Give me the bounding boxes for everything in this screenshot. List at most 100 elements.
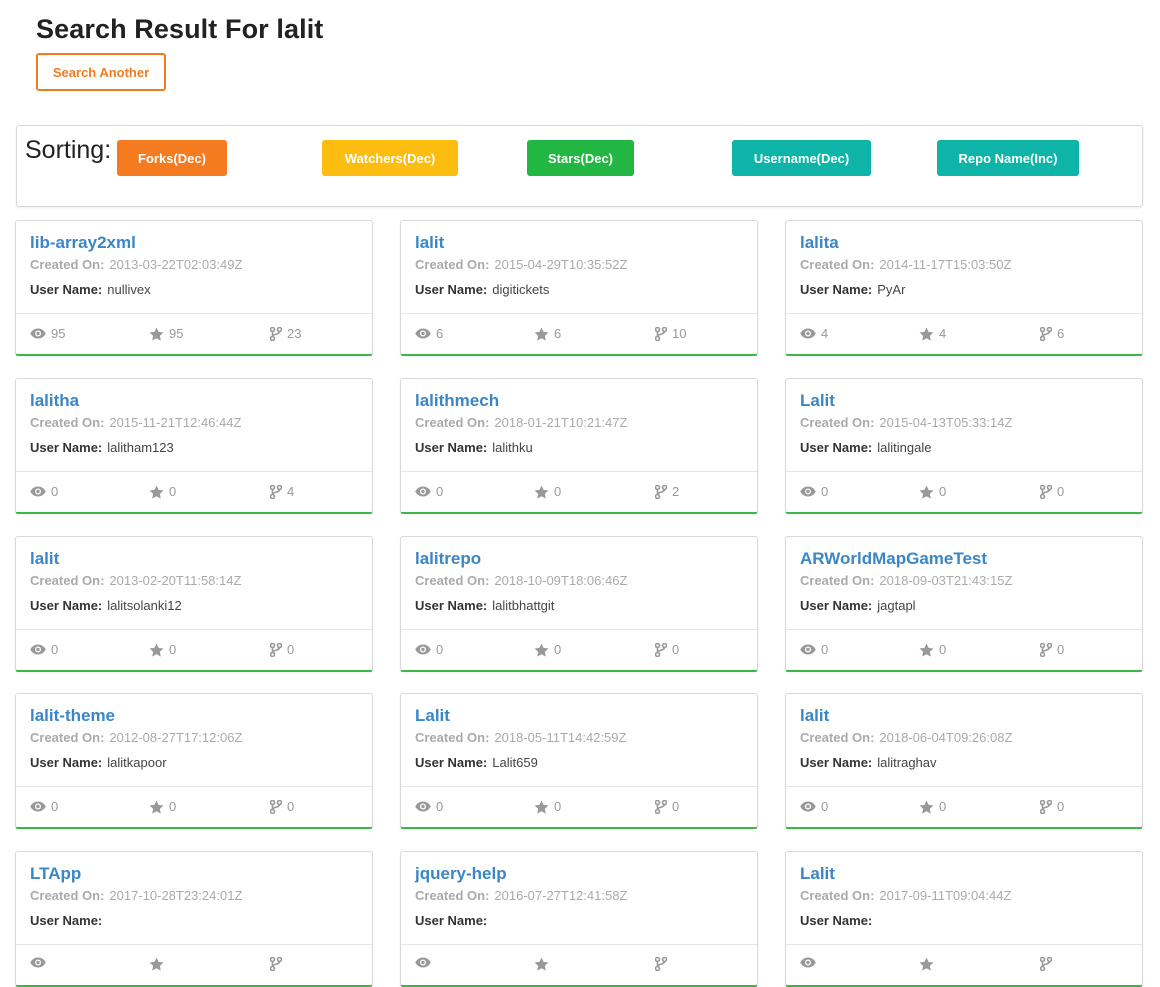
stars-stat: 0	[919, 484, 946, 499]
watchers-count: 0	[51, 642, 59, 657]
created-on-label: Created On:	[30, 257, 105, 272]
sort-reponame-button[interactable]: Repo Name(Inc)	[937, 140, 1079, 176]
watchers-stat: 0	[415, 484, 443, 499]
star-icon	[534, 642, 549, 657]
user-name-row: User Name:	[800, 913, 1128, 928]
repo-card: lalit Created On: 2015-04-29T10:35:52Z User…	[400, 220, 758, 356]
repo-name-link[interactable]: Lalit	[800, 864, 1128, 884]
fork-icon	[1040, 957, 1052, 971]
forks-count: 0	[672, 642, 680, 657]
created-on-row: Created On: 2013-02-20T11:58:14Z	[30, 572, 358, 590]
created-on-value: 2013-02-20T11:58:14Z	[109, 573, 242, 588]
user-name-label: User Name:	[30, 913, 103, 928]
stars-stat	[534, 957, 554, 971]
repo-name-link[interactable]: lalit	[30, 549, 358, 569]
forks-stat: 0	[1040, 799, 1064, 814]
created-on-row: Created On: 2013-03-22T02:03:49Z	[30, 256, 358, 274]
repo-name-link[interactable]: lib-array2xml	[30, 233, 358, 253]
created-on-value: 2017-10-28T23:24:01Z	[109, 888, 243, 903]
watchers-count: 6	[436, 326, 444, 341]
watchers-count: 0	[51, 484, 59, 499]
repo-name-link[interactable]: lalit	[415, 233, 743, 253]
watchers-stat: 0	[415, 642, 443, 657]
forks-stat: 0	[270, 799, 294, 814]
repo-card-body: lalit-theme Created On: 2012-08-27T17:12:0…	[16, 694, 372, 786]
repo-name-link[interactable]: ARWorldMapGameTest	[800, 549, 1128, 569]
created-on-label: Created On:	[415, 257, 490, 272]
eye-icon	[30, 328, 46, 339]
repo-name-link[interactable]: lalitha	[30, 391, 358, 411]
user-name-row: User Name: PyAr	[800, 282, 1128, 297]
sort-watchers-button[interactable]: Watchers(Dec)	[322, 140, 458, 176]
user-name-label: User Name:	[800, 282, 873, 297]
forks-count: 0	[1057, 799, 1065, 814]
repo-stats: 0 0 0	[786, 471, 1142, 512]
sort-username-button[interactable]: Username(Dec)	[732, 140, 871, 176]
repo-name-link[interactable]: lalita	[800, 233, 1128, 253]
sort-stars-button[interactable]: Stars(Dec)	[527, 140, 634, 176]
stars-stat: 95	[149, 326, 183, 341]
created-on-value: 2016-07-27T12:41:58Z	[494, 888, 628, 903]
eye-icon	[30, 957, 46, 968]
created-on-label: Created On:	[415, 730, 490, 745]
eye-icon	[30, 486, 46, 497]
forks-stat: 4	[270, 484, 294, 499]
repo-name-link[interactable]: Lalit	[415, 706, 743, 726]
repo-stats: 0 0 0	[401, 786, 757, 827]
fork-icon	[655, 642, 667, 657]
stars-stat: 0	[149, 799, 176, 814]
watchers-count: 0	[821, 484, 829, 499]
search-another-button[interactable]: Search Another	[36, 53, 166, 91]
watchers-stat: 0	[30, 799, 58, 814]
watchers-stat: 0	[30, 484, 58, 499]
user-name-value: lalitbhattgit	[492, 598, 555, 613]
watchers-stat	[800, 957, 821, 968]
repo-name-link[interactable]: Lalit	[800, 391, 1128, 411]
stars-stat: 0	[149, 484, 176, 499]
fork-icon	[1040, 799, 1052, 814]
created-on-value: 2013-03-22T02:03:49Z	[109, 257, 243, 272]
repo-stats	[401, 944, 757, 985]
repo-name-link[interactable]: jquery-help	[415, 864, 743, 884]
created-on-label: Created On:	[800, 415, 875, 430]
created-on-label: Created On:	[30, 415, 105, 430]
repo-name-link[interactable]: LTApp	[30, 864, 358, 884]
watchers-stat	[415, 957, 436, 968]
forks-count: 2	[672, 484, 680, 499]
fork-icon	[1040, 326, 1052, 341]
watchers-stat: 0	[800, 642, 828, 657]
user-name-label: User Name:	[415, 598, 488, 613]
repo-card-body: ARWorldMapGameTest Created On: 2018-09-03T…	[786, 537, 1142, 629]
user-name-value: lalithku	[492, 440, 533, 455]
user-name-row: User Name:	[30, 913, 358, 928]
repo-name-link[interactable]: lalitrepo	[415, 549, 743, 569]
repo-card: lalitrepo Created On: 2018-10-09T18:06:46Z…	[400, 536, 758, 672]
repo-card-body: lalithmech Created On: 2018-01-21T10:21:47…	[401, 379, 757, 471]
watchers-stat: 0	[800, 799, 828, 814]
repo-card-body: jquery-help Created On: 2016-07-27T12:41:5…	[401, 852, 757, 944]
fork-icon	[270, 799, 282, 814]
repo-card-body: lib-array2xml Created On: 2013-03-22T02:03…	[16, 221, 372, 313]
watchers-count: 0	[436, 799, 444, 814]
star-icon	[534, 484, 549, 499]
repo-card-body: Lalit Created On: 2018-05-11T14:42:59Z User…	[401, 694, 757, 786]
user-name-value: PyAr	[877, 282, 906, 297]
stars-stat: 4	[919, 326, 946, 341]
repo-stats: 0 0 2	[401, 471, 757, 512]
repo-name-link[interactable]: lalit	[800, 706, 1128, 726]
repo-name-link[interactable]: lalit-theme	[30, 706, 358, 726]
created-on-row: Created On: 2015-04-13T05:33:14Z	[800, 414, 1128, 432]
user-name-row: User Name: lalitkapoor	[30, 755, 358, 770]
fork-icon	[655, 484, 667, 499]
repo-card: lalit Created On: 2013-02-20T11:58:14Z User…	[15, 536, 373, 672]
created-on-label: Created On:	[800, 730, 875, 745]
created-on-row: Created On: 2017-10-28T23:24:01Z	[30, 887, 358, 905]
star-icon	[149, 642, 164, 657]
star-icon	[149, 799, 164, 814]
stars-stat	[919, 957, 939, 971]
star-icon	[919, 957, 934, 971]
sort-forks-button[interactable]: Forks(Dec)	[117, 140, 227, 176]
repo-card-body: lalit Created On: 2015-04-29T10:35:52Z User…	[401, 221, 757, 313]
repo-name-link[interactable]: lalithmech	[415, 391, 743, 411]
user-name-value: digitickets	[492, 282, 550, 297]
